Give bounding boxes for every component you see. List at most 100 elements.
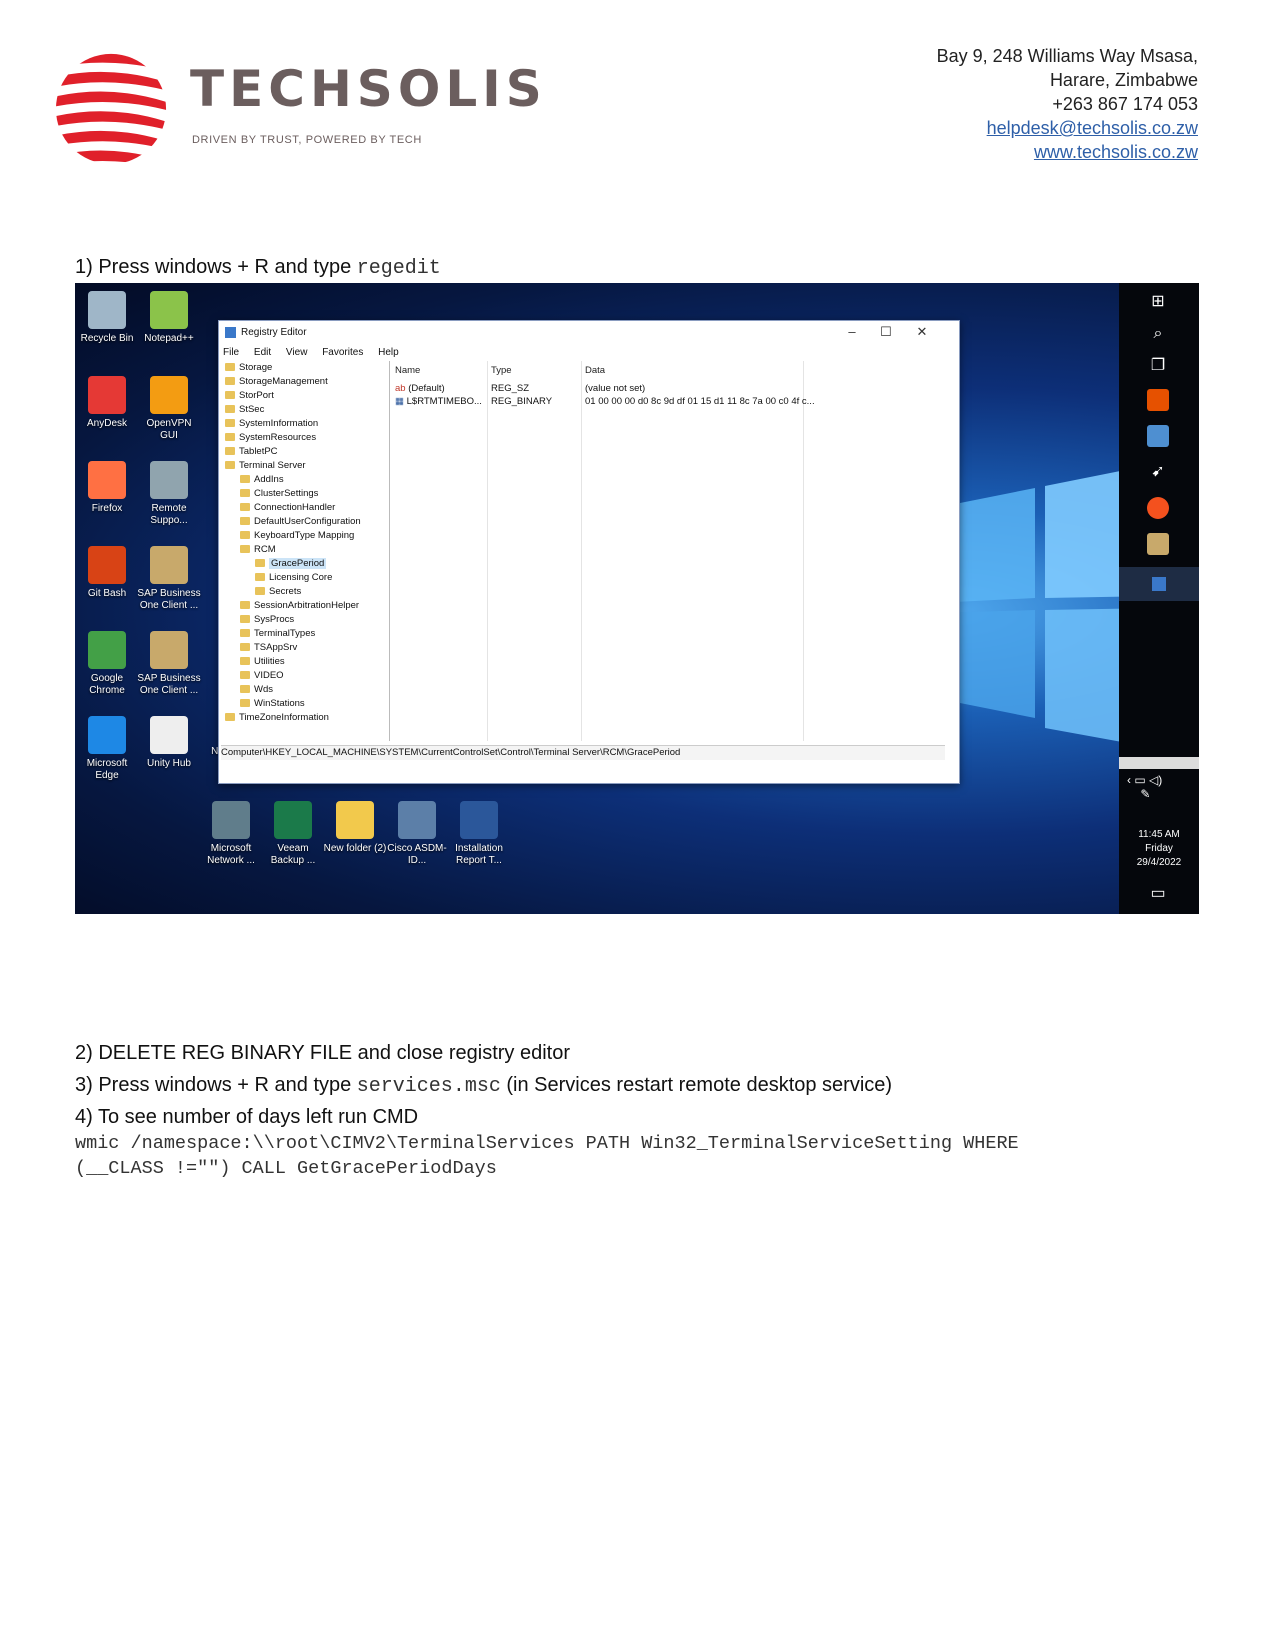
folder-icon [240, 545, 250, 553]
registry-title-bar[interactable]: Registry Editor – ☐ ✕ [219, 321, 959, 345]
registry-value-list[interactable]: Name Type Data ab (Default) REG_SZ (valu… [391, 361, 943, 741]
tree-node[interactable]: RCM [240, 543, 276, 557]
notepad-plus-plus-icon [150, 291, 188, 329]
tree-node-label: AddIns [254, 474, 284, 485]
desktop-icon-label: Microsoft Edge [86, 758, 128, 781]
desktop-icon[interactable]: SAP Business One Client ... [137, 546, 201, 612]
menu-view[interactable]: View [286, 347, 308, 358]
menu-file[interactable]: File [223, 347, 239, 358]
search-icon[interactable]: ⌕ [1147, 323, 1169, 345]
postman-icon[interactable] [1147, 497, 1169, 519]
tree-node[interactable]: Terminal Server [225, 459, 306, 473]
desktop-icon[interactable]: Cisco ASDM-ID... [385, 801, 449, 867]
folder-icon [225, 713, 235, 721]
tree-node[interactable]: TabletPC [225, 445, 278, 459]
notification-icon[interactable]: ▭ [1147, 883, 1169, 905]
tree-node[interactable]: StorPort [225, 389, 274, 403]
step-1-text: 1) Press windows + R and type [75, 256, 357, 278]
menu-help[interactable]: Help [378, 347, 399, 358]
desktop-icon[interactable]: Remote Suppo... [137, 461, 201, 527]
taskbar-clock[interactable]: 11:45 AM Friday 29/4/2022 [1119, 828, 1199, 870]
desktop-icon[interactable]: Git Bash [75, 546, 139, 600]
desktop-icon[interactable]: New folder (2) [323, 801, 387, 855]
registry-menu-bar: File Edit View Favorites Help [223, 347, 411, 358]
desktop-icon-label: Microsoft Network ... [207, 843, 255, 866]
tree-node-label: KeyboardType Mapping [254, 530, 355, 541]
system-tray-icon[interactable]: ‹ ▭ ◁) ✎ [1127, 773, 1162, 801]
website-link[interactable]: www.techsolis.co.zw [937, 140, 1198, 164]
tree-node[interactable]: WinStations [240, 697, 305, 711]
tree-node[interactable]: VIDEO [240, 669, 284, 683]
tree-node[interactable]: StSec [225, 403, 264, 417]
step-2: 2) DELETE REG BINARY FILE and close regi… [75, 1042, 571, 1064]
tree-node-label: WinStations [254, 698, 305, 709]
folder-icon [225, 461, 235, 469]
tree-node[interactable]: SystemInformation [225, 417, 318, 431]
tree-node[interactable]: AddIns [240, 473, 284, 487]
desktop-icon[interactable]: Microsoft Edge [75, 716, 139, 782]
desktop-icon[interactable]: SAP Business One Client ... [137, 631, 201, 697]
tree-node[interactable]: DefaultUserConfiguration [240, 515, 361, 529]
app-icon[interactable] [1147, 425, 1169, 447]
desktop-icon[interactable]: Microsoft Network ... [199, 801, 263, 867]
tree-node[interactable]: TSAppSrv [240, 641, 297, 655]
xampp-icon[interactable] [1147, 389, 1169, 411]
registry-taskbar-icon[interactable] [1119, 567, 1199, 601]
clock-day: Friday [1145, 843, 1173, 854]
desktop-icon-label: SAP Business One Client ... [137, 588, 201, 611]
desktop-icon[interactable]: OpenVPN GUI [137, 376, 201, 442]
desktop-icon[interactable]: Firefox [75, 461, 139, 515]
desktop-icon[interactable]: Veeam Backup ... [261, 801, 325, 867]
close-icon[interactable]: ✕ [907, 324, 937, 340]
tree-node[interactable]: Storage [225, 361, 272, 375]
task-view-icon[interactable]: ❐ [1147, 355, 1169, 377]
tree-node[interactable]: SysProcs [240, 613, 294, 627]
registry-key-tree[interactable]: Storage StorageManagement StorPort StSec Sys… [221, 361, 390, 741]
tree-node[interactable]: GracePeriod [255, 557, 327, 571]
registry-editor-window[interactable]: Registry Editor – ☐ ✕ File Edit View Fav… [218, 320, 960, 784]
folder-icon [240, 657, 250, 665]
menu-favorites[interactable]: Favorites [322, 347, 363, 358]
minimize-icon[interactable]: – [837, 324, 867, 339]
desktop-icon[interactable]: Unity Hub [137, 716, 201, 770]
openvpn-icon [150, 376, 188, 414]
taskbar-scrollbar[interactable] [1119, 757, 1199, 769]
folder-icon [240, 699, 250, 707]
tree-node[interactable]: SessionArbitrationHelper [240, 599, 359, 613]
email-link[interactable]: helpdesk@techsolis.co.zw [937, 116, 1198, 140]
tree-node[interactable]: KeyboardType Mapping [240, 529, 354, 543]
tree-node[interactable]: Utilities [240, 655, 285, 669]
tree-node-label: ClusterSettings [254, 488, 319, 499]
tree-node[interactable]: ConnectionHandler [240, 501, 335, 515]
pin-icon[interactable]: ➹ [1147, 461, 1169, 483]
column-type[interactable]: Type [491, 365, 512, 376]
value-data: 01 00 00 00 d0 8c 9d df 01 15 d1 11 8c 7… [585, 396, 815, 407]
tree-node[interactable]: TerminalTypes [240, 627, 315, 641]
value-name: ▦ L$RTMTIMEBO... [395, 396, 482, 407]
menu-edit[interactable]: Edit [254, 347, 271, 358]
tree-node-label: ConnectionHandler [254, 502, 336, 513]
anydesk-icon [88, 376, 126, 414]
tree-node[interactable]: Licensing Core [255, 571, 332, 585]
desktop-icon[interactable]: Google Chrome [75, 631, 139, 697]
tree-node-label: Secrets [269, 586, 302, 597]
column-name[interactable]: Name [395, 365, 420, 376]
start-icon[interactable]: ⊞ [1147, 291, 1169, 313]
tree-node-label: TSAppSrv [254, 642, 298, 653]
desktop-icon[interactable]: Notepad++ [137, 291, 201, 345]
desktop-icon[interactable]: AnyDesk [75, 376, 139, 430]
sap-taskbar-icon[interactable] [1147, 533, 1169, 555]
tree-node[interactable]: TimeZoneInformation [225, 711, 329, 725]
tree-node[interactable]: Wds [240, 683, 273, 697]
tree-node[interactable]: Secrets [255, 585, 301, 599]
command-line-2: (__CLASS !="") CALL GetGracePeriodDays [75, 1158, 497, 1179]
desktop-icon[interactable]: Recycle Bin [75, 291, 139, 345]
cisco-asdm-icon [398, 801, 436, 839]
tree-node[interactable]: ClusterSettings [240, 487, 318, 501]
tree-node[interactable]: StorageManagement [225, 375, 328, 389]
desktop-icon-label: Installation Report T... [455, 843, 503, 866]
desktop-icon[interactable]: Installation Report T... [447, 801, 511, 867]
tree-node[interactable]: SystemResources [225, 431, 316, 445]
maximize-icon[interactable]: ☐ [871, 324, 901, 340]
column-data[interactable]: Data [585, 365, 605, 376]
